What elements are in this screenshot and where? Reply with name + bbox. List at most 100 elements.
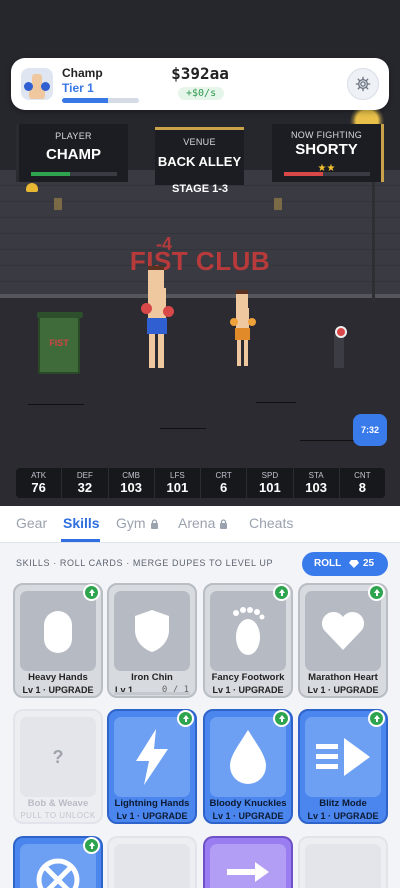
upgrade-arrow-icon [273,584,290,601]
player-fighter [138,266,178,372]
card-status: PULL TO UNLOCK [20,811,96,820]
stats-strip: ATK 76 DEF 32 CMB 103 LFS 101 CRT 6 SPD 101 ST… [16,468,385,498]
skills-hint: SKILLS · ROLL CARDS · MERGE DUPES TO LEV… [16,558,274,568]
fist-icon [44,611,72,653]
opponent-hp-bar [284,172,370,176]
upgrade-arrow-icon [273,710,290,727]
fighter-torso [236,308,249,330]
fighter-head [148,270,164,288]
active-tab-indicator [61,539,100,542]
boxing-glove-icon [248,318,256,326]
skill-card-row3-1[interactable] [13,836,103,888]
skill-card-bloody-knuckles[interactable]: Bloody Knuckles Lv 1 · UPGRADE [203,709,293,824]
floor-crack [160,428,206,429]
card-status: Lv 1 · UPGRADE [307,685,379,695]
card-status: Lv 1 · UPGRADE [212,685,284,695]
skill-card-marathon-heart[interactable]: Marathon Heart Lv 1 · UPGRADE [298,583,388,698]
tab-gear[interactable]: Gear [16,515,47,531]
skill-card-blitz-mode[interactable]: Blitz Mode Lv 1 · UPGRADE [298,709,388,824]
stat-def: DEF 32 [61,468,107,498]
skill-card-row3-4[interactable] [298,836,388,888]
upgrade-arrow-icon [368,584,385,601]
card-name: Lightning Hands [114,798,190,809]
stat-crt: CRT 6 [200,468,246,498]
venue-name: BACK ALLEY [157,154,242,169]
club-title: FIST CLUB [129,246,271,276]
card-name: Marathon Heart [308,672,378,683]
fighter-leg [149,334,155,368]
stat-cnt: CNT 8 [338,468,385,498]
venue-panel: VENUE BACK ALLEY [155,127,244,185]
stat-spd: SPD 101 [246,468,292,498]
skill-card-iron-chin[interactable]: Iron Chin Lv 1 0 / 1 [107,583,197,698]
locked-question-icon: ? [52,746,64,767]
income-rate: +$0/s [178,87,225,100]
opponent-fighter [230,290,260,368]
skill-card-bob-weave[interactable]: ? Bob & Weave PULL TO UNLOCK [13,709,103,824]
boxing-glove-icon [230,318,238,326]
bottom-panel: Gear Skills Gym Arena Cheats SKILLS · RO… [0,506,400,888]
tab-gym[interactable]: Gym [116,515,159,531]
roll-label: ROLL [314,558,342,569]
skill-card-fancy-footwork[interactable]: Fancy Footwork Lv 1 · UPGRADE [203,583,293,698]
skill-card-heavy-hands[interactable]: Heavy Hands Lv 1 · UPGRADE [13,583,103,698]
tab-gym-label: Gym [116,515,146,531]
skill-card-row3-3[interactable] [203,836,293,888]
player-hp-bar [31,172,117,176]
boxing-glove-icon [163,306,174,317]
tab-skills[interactable]: Skills [63,515,100,531]
card-name: Blitz Mode [319,798,367,809]
crossed-circle-icon [36,858,80,888]
trash-bin: FIST [37,312,83,374]
fast-forward-icon [316,738,370,776]
opponent-name: SHORTY [295,141,358,158]
shield-icon [135,610,169,652]
fighter-shorts [235,328,250,340]
gear-icon [355,76,371,92]
top-bar: Champ Tier 1 $392aa +$0/s [11,58,389,110]
stat-sta: STA 103 [292,468,339,498]
player-tier: Tier 1 [62,81,94,95]
player-panel: PLAYER CHAMP [16,124,128,182]
arrow-right-icon [227,862,269,882]
card-status: Lv 1 · UPGRADE [307,811,379,821]
skill-card-lightning-hands[interactable]: Lightning Hands Lv 1 · UPGRADE [107,709,197,824]
tab-cheats[interactable]: Cheats [249,515,293,531]
heart-icon [321,611,365,650]
wall-window [54,198,62,210]
player-label: PLAYER [55,131,92,141]
boxing-glove-icon [141,303,152,314]
stat-lfs: LFS 101 [153,468,200,498]
tab-arena[interactable]: Arena [178,515,228,531]
blood-drop-icon [230,730,266,784]
roll-button[interactable]: ROLL 25 [302,552,388,576]
upgrade-arrow-icon [83,584,100,601]
card-status: Lv 1 · UPGRADE [116,811,188,821]
settings-button[interactable] [347,68,379,100]
timer-button[interactable]: 7:32 [353,414,387,446]
fighter-shorts [147,318,167,334]
stage-label: STAGE 1-3 [171,183,229,195]
fighter-head [236,294,248,308]
card-name: Bloody Knuckles [209,798,287,809]
floor-crack [256,402,296,403]
floor-crack [300,440,354,441]
player-name: CHAMP [46,146,101,163]
upgrade-arrow-icon [177,710,194,727]
venue-label: VENUE [183,137,216,147]
skill-card-row3-2[interactable] [107,836,197,888]
card-progress-bar [114,692,190,695]
tab-arena-label: Arena [178,515,216,531]
floor-crack [28,404,84,405]
card-name: Fancy Footwork [211,672,285,683]
opponent-panel: NOW FIGHTING SHORTY ★★ [272,124,384,182]
app-root: { "player": { "name": "Champ", "tier": "… [0,0,400,888]
tier-progress-bar [62,98,139,103]
card-status: Lv 1 · UPGRADE [22,685,94,695]
card-name: Iron Chin [131,672,173,683]
money-balance: $392aa [171,64,229,83]
lock-icon [150,519,158,529]
fighter-leg [244,340,248,366]
fighter-leg [237,340,241,366]
upgrade-arrow-icon [368,710,385,727]
